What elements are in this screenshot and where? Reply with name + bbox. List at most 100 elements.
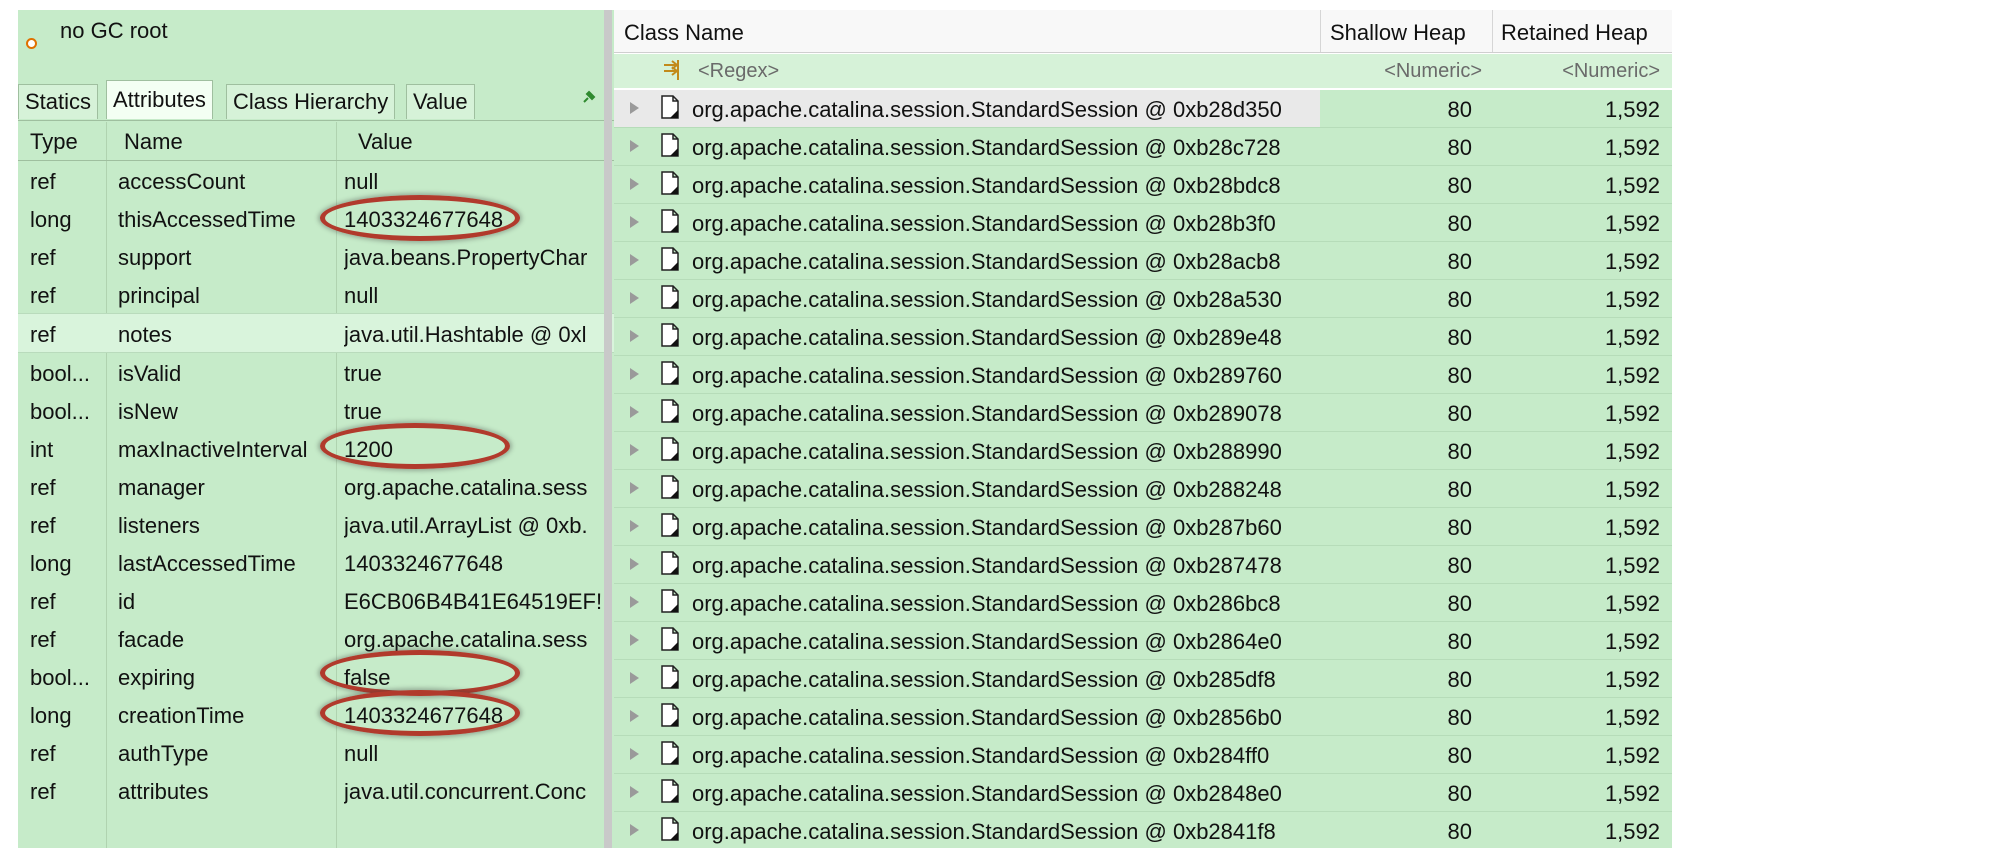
column-header-shallow-heap[interactable]: Shallow Heap xyxy=(1330,20,1466,46)
attribute-row[interactable]: bool... expiring false xyxy=(18,657,618,695)
class-name-cell: org.apache.catalina.session.StandardSess… xyxy=(692,97,1282,122)
column-header-name[interactable]: Name xyxy=(124,129,183,155)
attribute-name: attributes xyxy=(118,779,209,804)
table-row[interactable]: org.apache.catalina.session.StandardSess… xyxy=(614,394,1672,432)
expand-arrow-icon[interactable] xyxy=(630,444,639,456)
attribute-row[interactable]: ref accessCount null xyxy=(18,161,618,199)
expand-arrow-icon[interactable] xyxy=(630,102,639,114)
attribute-row[interactable]: ref manager org.apache.catalina.sess xyxy=(18,467,618,505)
expand-arrow-icon[interactable] xyxy=(630,596,639,608)
object-file-icon xyxy=(661,361,679,385)
attribute-row[interactable]: ref authType null xyxy=(18,733,618,771)
tab-statics[interactable]: Statics xyxy=(18,84,99,119)
attributes-table-header: Type Name Value xyxy=(18,122,618,161)
attribute-row[interactable]: bool... isNew true xyxy=(18,391,618,429)
shallow-heap-cell: 80 xyxy=(1447,325,1472,350)
shallow-heap-cell: 80 xyxy=(1447,515,1472,540)
table-row[interactable]: org.apache.catalina.session.StandardSess… xyxy=(614,204,1672,242)
regex-filter-input[interactable]: <Regex> xyxy=(698,60,779,83)
shallow-heap-filter-input[interactable]: <Numeric> xyxy=(1384,60,1482,83)
retained-heap-cell: 1,592 xyxy=(1604,781,1660,806)
expand-arrow-icon[interactable] xyxy=(630,254,639,266)
column-header-value[interactable]: Value xyxy=(358,129,413,155)
column-header-type[interactable]: Type xyxy=(30,129,78,155)
expand-arrow-icon[interactable] xyxy=(630,482,639,494)
panel-splitter[interactable] xyxy=(604,10,612,848)
pin-icon[interactable] xyxy=(582,90,596,104)
gc-root-header: no GC root xyxy=(18,10,618,72)
attribute-row[interactable]: ref id E6CB06B4B41E64519EF! xyxy=(18,581,618,619)
attribute-name: support xyxy=(118,245,192,270)
table-row[interactable]: org.apache.catalina.session.StandardSess… xyxy=(614,622,1672,660)
expand-arrow-icon[interactable] xyxy=(630,292,639,304)
expand-arrow-icon[interactable] xyxy=(630,330,639,342)
object-file-icon xyxy=(661,817,679,841)
expand-arrow-icon[interactable] xyxy=(630,710,639,722)
table-row[interactable]: org.apache.catalina.session.StandardSess… xyxy=(614,546,1672,584)
column-divider[interactable] xyxy=(1492,10,1493,52)
table-row[interactable]: org.apache.catalina.session.StandardSess… xyxy=(614,508,1672,546)
attribute-row[interactable]: ref principal null xyxy=(18,275,618,313)
attribute-name: facade xyxy=(118,627,185,652)
table-row[interactable]: org.apache.catalina.session.StandardSess… xyxy=(614,432,1672,470)
expand-arrow-icon[interactable] xyxy=(630,520,639,532)
attribute-row[interactable]: int maxInactiveInterval 1200 xyxy=(18,429,618,467)
attribute-row[interactable]: long lastAccessedTime 1403324677648 xyxy=(18,543,618,581)
shallow-heap-cell: 80 xyxy=(1447,135,1472,160)
tab-attributes[interactable]: Attributes xyxy=(106,80,213,119)
table-row[interactable]: org.apache.catalina.session.StandardSess… xyxy=(614,736,1672,774)
expand-arrow-icon[interactable] xyxy=(630,368,639,380)
column-divider[interactable] xyxy=(1320,10,1321,52)
table-row[interactable]: org.apache.catalina.session.StandardSess… xyxy=(614,660,1672,698)
expand-arrow-icon[interactable] xyxy=(630,672,639,684)
table-row[interactable]: org.apache.catalina.session.StandardSess… xyxy=(614,90,1672,128)
table-row[interactable]: org.apache.catalina.session.StandardSess… xyxy=(614,318,1672,356)
gc-root-icon xyxy=(26,38,37,49)
table-row[interactable]: org.apache.catalina.session.StandardSess… xyxy=(614,166,1672,204)
expand-arrow-icon[interactable] xyxy=(630,748,639,760)
attribute-row[interactable]: long creationTime 1403324677648 xyxy=(18,695,618,733)
attribute-row[interactable]: ref notes java.util.Hashtable @ 0xl xyxy=(18,313,618,353)
expand-arrow-icon[interactable] xyxy=(630,558,639,570)
attribute-row[interactable]: ref listeners java.util.ArrayList @ 0xb. xyxy=(18,505,618,543)
attribute-row[interactable]: bool... isValid true xyxy=(18,353,618,391)
table-row[interactable]: org.apache.catalina.session.StandardSess… xyxy=(614,280,1672,318)
table-row[interactable]: org.apache.catalina.session.StandardSess… xyxy=(614,698,1672,736)
attribute-row[interactable]: ref support java.beans.PropertyChar xyxy=(18,237,618,275)
retained-heap-cell: 1,592 xyxy=(1604,363,1660,388)
object-file-icon xyxy=(661,399,679,423)
shallow-heap-cell: 80 xyxy=(1447,287,1472,312)
expand-arrow-icon[interactable] xyxy=(630,216,639,228)
expand-arrow-icon[interactable] xyxy=(630,824,639,836)
attribute-row[interactable]: long thisAccessedTime 1403324677648 xyxy=(18,199,618,237)
expand-arrow-icon[interactable] xyxy=(630,178,639,190)
column-header-retained-heap[interactable]: Retained Heap xyxy=(1501,20,1648,46)
attribute-row[interactable]: ref facade org.apache.catalina.sess xyxy=(18,619,618,657)
table-row[interactable]: org.apache.catalina.session.StandardSess… xyxy=(614,470,1672,508)
attribute-row[interactable]: ref attributes java.util.concurrent.Conc xyxy=(18,771,618,809)
object-file-icon xyxy=(661,779,679,803)
retained-heap-cell: 1,592 xyxy=(1604,173,1660,198)
expand-arrow-icon[interactable] xyxy=(630,406,639,418)
table-row[interactable]: org.apache.catalina.session.StandardSess… xyxy=(614,128,1672,166)
table-row[interactable]: org.apache.catalina.session.StandardSess… xyxy=(614,242,1672,280)
table-row[interactable]: org.apache.catalina.session.StandardSess… xyxy=(614,774,1672,812)
tab-class-hierarchy[interactable]: Class Hierarchy xyxy=(226,84,396,119)
table-row[interactable]: org.apache.catalina.session.StandardSess… xyxy=(614,356,1672,394)
class-name-cell: org.apache.catalina.session.StandardSess… xyxy=(692,705,1282,730)
object-file-icon xyxy=(661,741,679,765)
retained-heap-filter-input[interactable]: <Numeric> xyxy=(1562,60,1660,83)
class-name-cell: org.apache.catalina.session.StandardSess… xyxy=(692,477,1282,502)
attribute-name: isNew xyxy=(118,399,178,424)
tab-value[interactable]: Value xyxy=(406,84,475,119)
class-name-cell: org.apache.catalina.session.StandardSess… xyxy=(692,363,1282,388)
table-row[interactable]: org.apache.catalina.session.StandardSess… xyxy=(614,584,1672,622)
regex-filter-icon xyxy=(664,60,679,80)
class-name-cell: org.apache.catalina.session.StandardSess… xyxy=(692,591,1281,616)
column-header-class-name[interactable]: Class Name xyxy=(624,20,744,46)
table-row[interactable]: org.apache.catalina.session.StandardSess… xyxy=(614,812,1672,848)
expand-arrow-icon[interactable] xyxy=(630,634,639,646)
expand-arrow-icon[interactable] xyxy=(630,140,639,152)
shallow-heap-cell: 80 xyxy=(1447,781,1472,806)
expand-arrow-icon[interactable] xyxy=(630,786,639,798)
